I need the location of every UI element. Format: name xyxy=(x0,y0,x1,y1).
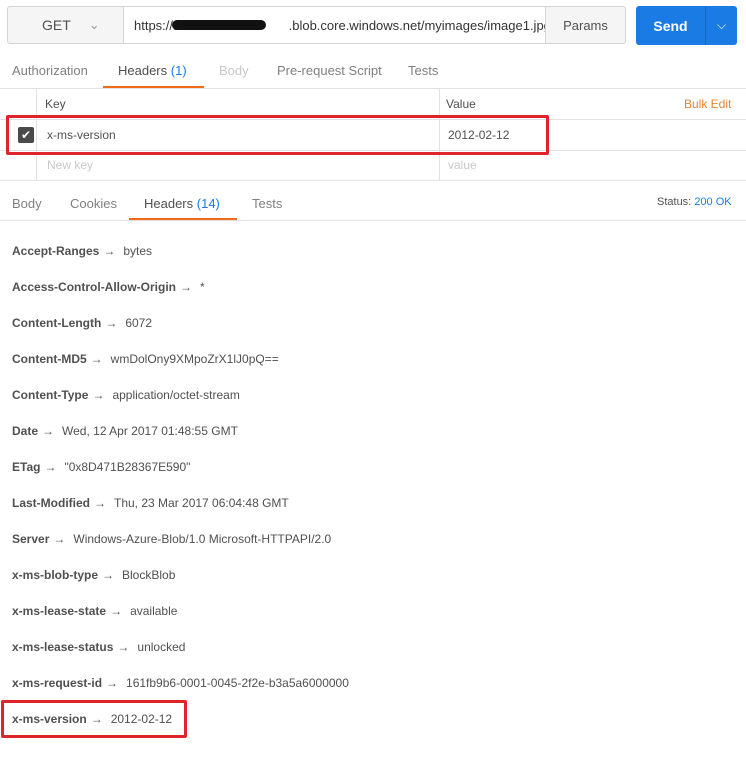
bulk-edit-link[interactable]: Bulk Edit xyxy=(684,97,731,111)
response-header-row: x-ms-request-id → 161fb9b6-0001-0045-2f2e-… xyxy=(12,676,349,690)
header-value: Wed, 12 Apr 2017 01:48:55 GMT xyxy=(62,424,238,438)
response-tab-headers[interactable]: Headers (14) xyxy=(144,196,220,211)
response-header-row: x-ms-lease-state → available xyxy=(12,604,177,618)
response-header-row: Access-Control-Allow-Origin → * xyxy=(12,280,205,294)
response-header-row: x-ms-lease-status → unlocked xyxy=(12,640,185,654)
arrow-icon: → xyxy=(42,424,55,438)
header-value: "0x8D471B28367E590" xyxy=(64,460,191,474)
tab-label: Tests xyxy=(252,196,283,211)
arrow-icon: → xyxy=(92,388,105,402)
tab-label: Pre-request Script xyxy=(277,63,382,78)
tab-body[interactable]: Body xyxy=(219,63,249,78)
params-button[interactable]: Params xyxy=(545,6,626,44)
arrow-icon: → xyxy=(94,496,106,510)
response-status: Status: 200 OK xyxy=(657,196,732,208)
new-key-field[interactable]: New key xyxy=(47,158,93,172)
response-header-row: ETag → "0x8D471B28367E590" xyxy=(12,460,190,474)
arrow-icon: → xyxy=(105,316,118,330)
divider xyxy=(0,88,746,89)
header-key: Content-Length xyxy=(12,316,102,330)
redaction-mark xyxy=(172,20,266,30)
header-key: x-ms-blob-type xyxy=(12,568,99,582)
highlight-box xyxy=(6,115,549,155)
response-tab-tests[interactable]: Tests xyxy=(252,196,282,211)
divider xyxy=(0,180,746,181)
send-dropdown-button[interactable]: ⌵ xyxy=(705,6,737,45)
arrow-icon: → xyxy=(90,352,103,366)
arrow-icon: → xyxy=(110,604,123,618)
response-header-row: Content-MD5 → wmDolOny9XMpoZrX1lJ0pQ== xyxy=(12,352,279,366)
header-value: Thu, 23 Mar 2017 06:04:48 GMT xyxy=(114,496,289,510)
tab-tests[interactable]: Tests xyxy=(408,63,438,78)
header-key: x-ms-request-id xyxy=(12,676,103,690)
header-key: Access-Control-Allow-Origin xyxy=(12,280,177,294)
value-column-header: Value xyxy=(446,97,476,111)
response-tab-cookies[interactable]: Cookies xyxy=(70,196,117,211)
header-value: * xyxy=(200,280,205,294)
header-key: Content-Type xyxy=(12,388,89,402)
header-key: Accept-Ranges xyxy=(12,244,100,258)
tab-pre-request-script[interactable]: Pre-request Script xyxy=(277,63,382,78)
tab-label: Headers xyxy=(144,196,194,211)
header-value: 161fb9b6-0001-0045-2f2e-b3a5a6000000 xyxy=(126,676,349,690)
response-header-row: Date → Wed, 12 Apr 2017 01:48:55 GMT xyxy=(12,424,238,438)
tab-count: (1) xyxy=(170,63,187,78)
header-value: application/octet-stream xyxy=(112,388,240,402)
header-key: Date xyxy=(12,424,39,438)
tab-headers[interactable]: Headers (1) xyxy=(118,63,187,78)
response-header-row: Content-Length → 6072 xyxy=(12,316,152,330)
tab-label: Body xyxy=(12,196,42,211)
header-key: x-ms-lease-status xyxy=(12,640,114,654)
chevron-down-icon: ⌵ xyxy=(716,18,727,32)
header-key: ETag xyxy=(12,460,41,474)
tab-label: Tests xyxy=(408,63,439,78)
arrow-icon: → xyxy=(106,676,119,690)
header-value: available xyxy=(130,604,178,618)
header-key: x-ms-lease-state xyxy=(12,604,107,618)
chevron-down-icon: ⌄ xyxy=(88,17,100,32)
divider xyxy=(0,220,746,221)
method-select[interactable]: GET ⌄ xyxy=(7,6,124,44)
arrow-icon: → xyxy=(117,640,130,654)
response-header-row: Accept-Ranges → bytes xyxy=(12,244,152,258)
send-button[interactable]: Send xyxy=(636,6,705,45)
tab-label: Cookies xyxy=(70,196,117,211)
arrow-icon: → xyxy=(102,568,115,582)
header-value: wmDolOny9XMpoZrX1lJ0pQ== xyxy=(110,352,279,366)
header-value: 6072 xyxy=(125,316,153,330)
response-header-row: Server → Windows-Azure-Blob/1.0 Microsoft-… xyxy=(12,532,331,546)
arrow-icon: → xyxy=(53,532,66,546)
header-key: Server xyxy=(12,532,50,546)
method-label: GET xyxy=(42,17,71,33)
arrow-icon: → xyxy=(103,244,116,258)
header-key: Content-MD5 xyxy=(12,352,87,366)
tab-label: Headers xyxy=(118,63,168,78)
response-header-row: Last-Modified → Thu, 23 Mar 2017 06:04:48 … xyxy=(12,496,289,510)
status-value: 200 OK xyxy=(694,196,732,208)
header-value: BlockBlob xyxy=(122,568,176,582)
tab-count: (14) xyxy=(196,196,220,211)
response-header-row: x-ms-blob-type → BlockBlob xyxy=(12,568,175,582)
response-tab-body[interactable]: Body xyxy=(12,196,42,211)
highlight-box xyxy=(1,700,187,738)
new-value-field[interactable]: value xyxy=(448,158,477,172)
header-value: Windows-Azure-Blob/1.0 Microsoft-HTTPAPI… xyxy=(73,532,332,546)
status-label: Status: xyxy=(657,196,692,208)
key-column-header: Key xyxy=(45,97,66,111)
arrow-icon: → xyxy=(180,280,193,294)
header-key: Last-Modified xyxy=(12,496,90,510)
tab-authorization[interactable]: Authorization xyxy=(12,63,88,78)
tab-label: Authorization xyxy=(12,63,88,78)
arrow-icon: → xyxy=(44,460,57,474)
response-header-row: Content-Type → application/octet-stream xyxy=(12,388,240,402)
header-value: unlocked xyxy=(137,640,186,654)
header-value: bytes xyxy=(123,244,153,258)
tab-label: Body xyxy=(219,63,249,78)
